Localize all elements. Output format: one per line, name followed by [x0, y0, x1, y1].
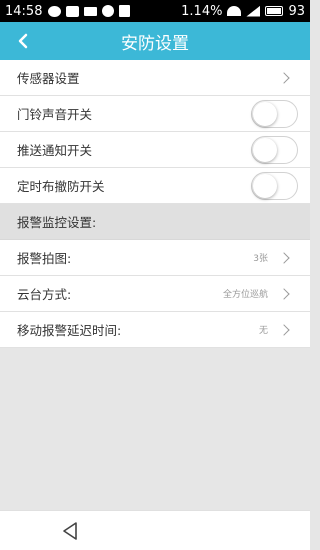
page-title: 安防设置 — [121, 33, 189, 54]
chevron-left-icon — [18, 33, 28, 49]
battery-icon — [265, 6, 284, 16]
scheduled-arm-row: 定时布撤防开关 — [0, 168, 310, 204]
status-right: 1.14% 93 — [181, 4, 305, 19]
battery-percent-text: 1.14% — [181, 3, 223, 19]
status-time: 14:58 — [5, 3, 43, 19]
mail-icon — [84, 6, 98, 16]
signal-icon — [246, 5, 261, 17]
ptz-mode-row[interactable]: 云台方式: 全方位巡航 — [0, 276, 310, 312]
toggle-knob — [253, 173, 277, 198]
sensor-settings-label: 传感器设置 — [17, 71, 80, 86]
triangle-back-icon[interactable] — [60, 521, 80, 541]
ptz-mode-value: 全方位巡航 — [222, 290, 268, 300]
alarm-photos-row[interactable]: 报警拍图: 3张 — [0, 240, 310, 276]
image-icon — [66, 5, 80, 17]
toggle-knob — [253, 101, 277, 126]
battery-level: 93 — [288, 3, 305, 19]
wifi-icon — [227, 6, 242, 16]
push-notification-label: 推送通知开关 — [17, 143, 93, 158]
scheduled-arm-toggle[interactable] — [251, 171, 298, 200]
chevron-right-icon — [278, 71, 290, 84]
chevron-right-icon — [278, 323, 290, 336]
doorbell-sound-toggle[interactable] — [251, 99, 298, 128]
toggle-knob — [253, 137, 277, 162]
face-icon — [102, 5, 115, 17]
scheduled-arm-label: 定时布撤防开关 — [17, 179, 105, 194]
settings-list: 传感器设置 门铃声音开关 推送通知开关 定时布撤防开关 报警监控设置: 报警拍图… — [0, 60, 310, 348]
calendar-icon — [119, 5, 131, 17]
sensor-settings-row[interactable]: 传感器设置 — [0, 60, 310, 96]
alarm-photos-label: 报警拍图: — [17, 251, 72, 266]
header: 安防设置 — [0, 22, 310, 60]
doorbell-sound-row: 门铃声音开关 — [0, 96, 310, 132]
push-notification-toggle[interactable] — [251, 135, 298, 164]
status-bar: 14:58 1.14% 93 — [0, 0, 310, 22]
motion-delay-label: 移动报警延迟时间: — [17, 323, 122, 338]
ptz-mode-label: 云台方式: — [17, 287, 72, 302]
back-button[interactable] — [8, 22, 38, 60]
doorbell-sound-label: 门铃声音开关 — [17, 107, 93, 122]
bottom-navigation-bar — [0, 510, 310, 550]
chevron-right-icon — [278, 287, 290, 300]
push-notification-row: 推送通知开关 — [0, 132, 310, 168]
motion-delay-value: 无 — [258, 326, 268, 336]
motion-delay-row[interactable]: 移动报警延迟时间: 无 — [0, 312, 310, 348]
notification-icons — [48, 5, 131, 17]
alarm-section-header: 报警监控设置: — [0, 204, 310, 240]
chat-bubble-icon — [48, 5, 62, 17]
alarm-photos-value: 3张 — [253, 254, 268, 264]
chevron-right-icon — [278, 251, 290, 264]
